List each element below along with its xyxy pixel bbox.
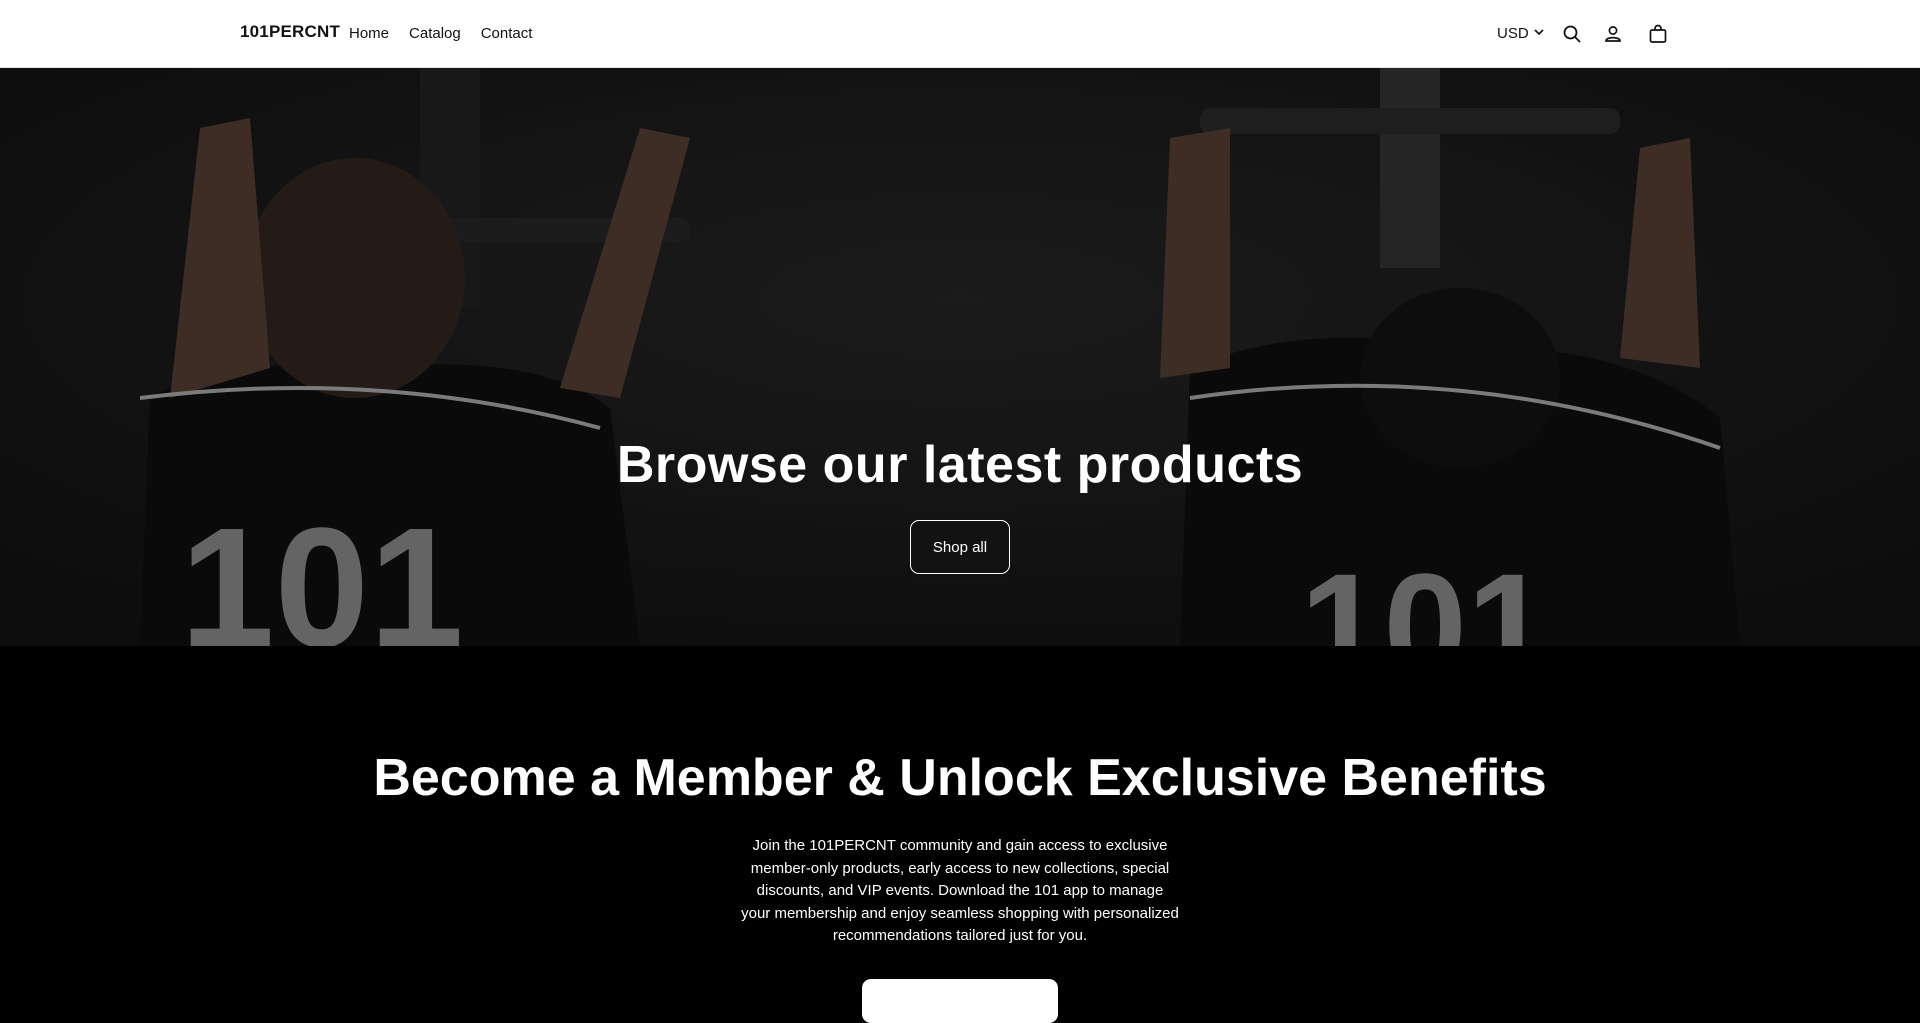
membership-button[interactable]: [862, 979, 1058, 1023]
membership-description: Join the 101PERCNT community and gain ac…: [741, 837, 1179, 944]
search-icon[interactable]: [1560, 22, 1584, 46]
membership-section: Become a Member & Unlock Exclusive Benef…: [0, 646, 1920, 1023]
currency-label: USD: [1497, 25, 1529, 42]
chevron-down-icon: [1533, 25, 1545, 42]
hero-banner: 101 101 Browse our latest products Shop …: [0, 68, 1920, 646]
nav-catalog[interactable]: Catalog: [409, 25, 461, 42]
main-nav: Home Catalog Contact: [349, 25, 532, 42]
hero-title: Browse our latest products: [616, 436, 1304, 494]
site-header: 101PERCNT Home Catalog Contact USD: [0, 0, 1920, 68]
nav-home[interactable]: Home: [349, 25, 389, 42]
cart-icon[interactable]: [1646, 22, 1670, 46]
currency-selector[interactable]: USD: [1497, 25, 1545, 42]
membership-title: Become a Member & Unlock Exclusive Benef…: [373, 749, 1547, 807]
shop-all-button[interactable]: Shop all: [910, 520, 1010, 574]
account-icon[interactable]: [1601, 22, 1625, 46]
site-logo[interactable]: 101PERCNT: [240, 22, 340, 42]
nav-contact[interactable]: Contact: [481, 25, 533, 42]
